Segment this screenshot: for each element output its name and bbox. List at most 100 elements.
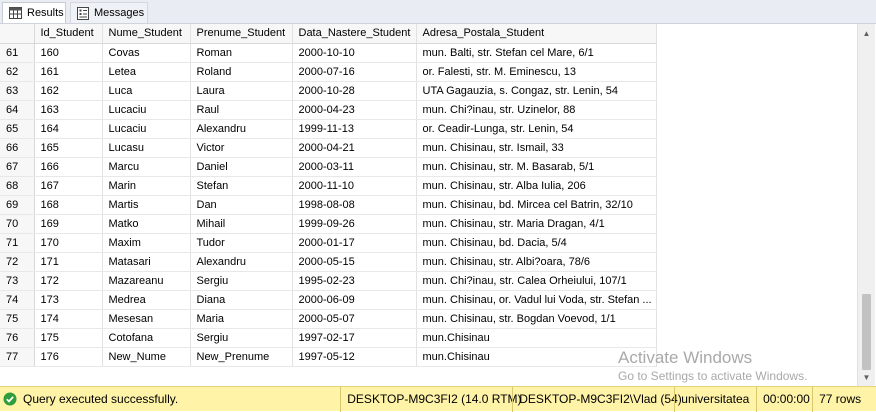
cell-nume-student[interactable]: Mazareanu bbox=[102, 271, 191, 291]
cell-id-student[interactable]: 164 bbox=[34, 119, 103, 139]
table-row[interactable]: 76 175 Cotofana Sergiu 1997-02-17 mun.Chisina… bbox=[0, 328, 657, 348]
col-header-prenume-student[interactable]: Prenume_Student bbox=[190, 24, 293, 44]
cell-id-student[interactable]: 160 bbox=[34, 43, 103, 63]
cell-id-student[interactable]: 162 bbox=[34, 81, 103, 101]
cell-prenume-student[interactable]: Stefan bbox=[190, 176, 293, 196]
cell-data-nastere[interactable]: 2000-04-21 bbox=[292, 138, 417, 158]
scroll-thumb[interactable] bbox=[862, 294, 871, 370]
cell-data-nastere[interactable]: 2000-11-10 bbox=[292, 176, 417, 196]
table-row[interactable]: 72 171 Matasari Alexandru 2000-05-15 mun. Chi… bbox=[0, 252, 657, 272]
cell-prenume-student[interactable]: Raul bbox=[190, 100, 293, 120]
cell-prenume-student[interactable]: Sergiu bbox=[190, 271, 293, 291]
cell-nume-student[interactable]: Letea bbox=[102, 62, 191, 82]
table-row[interactable]: 71 170 Maxim Tudor 2000-01-17 mun. Chisinau, … bbox=[0, 233, 657, 253]
scroll-down-arrow-icon[interactable]: ▼ bbox=[858, 370, 875, 384]
cell-id-student[interactable]: 165 bbox=[34, 138, 103, 158]
row-number[interactable]: 61 bbox=[0, 43, 35, 63]
cell-nume-student[interactable]: Cotofana bbox=[102, 328, 191, 348]
row-number[interactable]: 71 bbox=[0, 233, 35, 253]
cell-nume-student[interactable]: Covas bbox=[102, 43, 191, 63]
table-row[interactable]: 69 168 Martis Dan 1998-08-08 mun. Chisinau, b… bbox=[0, 195, 657, 215]
row-number[interactable]: 73 bbox=[0, 271, 35, 291]
row-number[interactable]: 65 bbox=[0, 119, 35, 139]
table-row[interactable]: 66 165 Lucasu Victor 2000-04-21 mun. Chisinau… bbox=[0, 138, 657, 158]
table-row[interactable]: 62 161 Letea Roland 2000-07-16 or. Falesti, s… bbox=[0, 62, 657, 82]
cell-id-student[interactable]: 173 bbox=[34, 290, 103, 310]
table-row[interactable]: 74 173 Medrea Diana 2000-06-09 mun. Chisinau,… bbox=[0, 290, 657, 310]
row-number[interactable]: 76 bbox=[0, 328, 35, 348]
cell-nume-student[interactable]: Luca bbox=[102, 81, 191, 101]
cell-id-student[interactable]: 170 bbox=[34, 233, 103, 253]
cell-nume-student[interactable]: Marin bbox=[102, 176, 191, 196]
cell-nume-student[interactable]: Matko bbox=[102, 214, 191, 234]
row-number[interactable]: 69 bbox=[0, 195, 35, 215]
cell-adresa-postala[interactable]: or. Falesti, str. M. Eminescu, 13 bbox=[416, 62, 657, 82]
row-number[interactable]: 75 bbox=[0, 309, 35, 329]
cell-adresa-postala[interactable]: mun. Chisinau, str. M. Basarab, 5/1 bbox=[416, 157, 657, 177]
cell-data-nastere[interactable]: 1999-09-26 bbox=[292, 214, 417, 234]
table-row[interactable]: 68 167 Marin Stefan 2000-11-10 mun. Chisinau,… bbox=[0, 176, 657, 196]
cell-data-nastere[interactable]: 1999-11-13 bbox=[292, 119, 417, 139]
cell-adresa-postala[interactable]: mun. Chisinau, or. Vadul lui Voda, str. … bbox=[416, 290, 657, 310]
cell-adresa-postala[interactable]: mun. Chisinau, str. Albi?oara, 78/6 bbox=[416, 252, 657, 272]
row-number[interactable]: 62 bbox=[0, 62, 35, 82]
cell-data-nastere[interactable]: 2000-05-07 bbox=[292, 309, 417, 329]
cell-id-student[interactable]: 174 bbox=[34, 309, 103, 329]
col-header-nume-student[interactable]: Nume_Student bbox=[102, 24, 191, 44]
row-number[interactable]: 72 bbox=[0, 252, 35, 272]
row-number[interactable]: 66 bbox=[0, 138, 35, 158]
scroll-up-arrow-icon[interactable]: ▲ bbox=[858, 26, 875, 40]
cell-data-nastere[interactable]: 1995-02-23 bbox=[292, 271, 417, 291]
cell-adresa-postala[interactable]: mun. Chisinau, bd. Dacia, 5/4 bbox=[416, 233, 657, 253]
row-number[interactable]: 77 bbox=[0, 347, 35, 367]
row-number[interactable]: 67 bbox=[0, 157, 35, 177]
table-row[interactable]: 75 174 Mesesan Maria 2000-05-07 mun. Chisinau… bbox=[0, 309, 657, 329]
cell-id-student[interactable]: 172 bbox=[34, 271, 103, 291]
cell-id-student[interactable]: 163 bbox=[34, 100, 103, 120]
results-grid[interactable]: Id_Student Nume_Student Prenume_Student … bbox=[0, 24, 856, 386]
cell-prenume-student[interactable]: Roman bbox=[190, 43, 293, 63]
col-header-adresa-postala[interactable]: Adresa_Postala_Student bbox=[416, 24, 657, 44]
cell-id-student[interactable]: 167 bbox=[34, 176, 103, 196]
cell-adresa-postala[interactable]: mun. Chisinau, str. Ismail, 33 bbox=[416, 138, 657, 158]
row-number-header[interactable] bbox=[0, 24, 35, 44]
cell-prenume-student[interactable]: Daniel bbox=[190, 157, 293, 177]
cell-nume-student[interactable]: New_Nume bbox=[102, 347, 191, 367]
cell-nume-student[interactable]: Maxim bbox=[102, 233, 191, 253]
cell-adresa-postala[interactable]: mun.Chisinau bbox=[416, 328, 657, 348]
cell-nume-student[interactable]: Martis bbox=[102, 195, 191, 215]
cell-adresa-postala[interactable]: mun.Chisinau bbox=[416, 347, 657, 367]
cell-adresa-postala[interactable]: UTA Gagauzia, s. Congaz, str. Lenin, 54 bbox=[416, 81, 657, 101]
cell-prenume-student[interactable]: Diana bbox=[190, 290, 293, 310]
cell-id-student[interactable]: 176 bbox=[34, 347, 103, 367]
cell-prenume-student[interactable]: Maria bbox=[190, 309, 293, 329]
row-number[interactable]: 64 bbox=[0, 100, 35, 120]
cell-adresa-postala[interactable]: mun. Chisinau, str. Alba Iulia, 206 bbox=[416, 176, 657, 196]
cell-data-nastere[interactable]: 2000-03-11 bbox=[292, 157, 417, 177]
cell-prenume-student[interactable]: Laura bbox=[190, 81, 293, 101]
tab-results[interactable]: Results bbox=[2, 2, 66, 23]
cell-id-student[interactable]: 175 bbox=[34, 328, 103, 348]
cell-data-nastere[interactable]: 1997-05-12 bbox=[292, 347, 417, 367]
cell-adresa-postala[interactable]: mun. Chisinau, bd. Mircea cel Batrin, 32… bbox=[416, 195, 657, 215]
cell-prenume-student[interactable]: New_Prenume bbox=[190, 347, 293, 367]
col-header-data-nastere[interactable]: Data_Nastere_Student bbox=[292, 24, 417, 44]
cell-nume-student[interactable]: Lucasu bbox=[102, 138, 191, 158]
cell-data-nastere[interactable]: 2000-10-10 bbox=[292, 43, 417, 63]
cell-adresa-postala[interactable]: mun. Chisinau, str. Maria Dragan, 4/1 bbox=[416, 214, 657, 234]
cell-prenume-student[interactable]: Tudor bbox=[190, 233, 293, 253]
cell-nume-student[interactable]: Lucaciu bbox=[102, 119, 191, 139]
table-row[interactable]: 64 163 Lucaciu Raul 2000-04-23 mun. Chi?inau,… bbox=[0, 100, 657, 120]
cell-prenume-student[interactable]: Victor bbox=[190, 138, 293, 158]
table-row[interactable]: 77 176 New_Nume New_Prenume 1997-05-12 mun.Ch… bbox=[0, 347, 657, 367]
cell-prenume-student[interactable]: Roland bbox=[190, 62, 293, 82]
cell-data-nastere[interactable]: 2000-10-28 bbox=[292, 81, 417, 101]
row-number[interactable]: 74 bbox=[0, 290, 35, 310]
table-row[interactable]: 65 164 Lucaciu Alexandru 1999-11-13 or. Ceadi… bbox=[0, 119, 657, 139]
cell-prenume-student[interactable]: Alexandru bbox=[190, 252, 293, 272]
col-header-id-student[interactable]: Id_Student bbox=[34, 24, 103, 44]
cell-adresa-postala[interactable]: mun. Chi?inau, str. Uzinelor, 88 bbox=[416, 100, 657, 120]
cell-id-student[interactable]: 168 bbox=[34, 195, 103, 215]
cell-data-nastere[interactable]: 1998-08-08 bbox=[292, 195, 417, 215]
cell-data-nastere[interactable]: 1997-02-17 bbox=[292, 328, 417, 348]
